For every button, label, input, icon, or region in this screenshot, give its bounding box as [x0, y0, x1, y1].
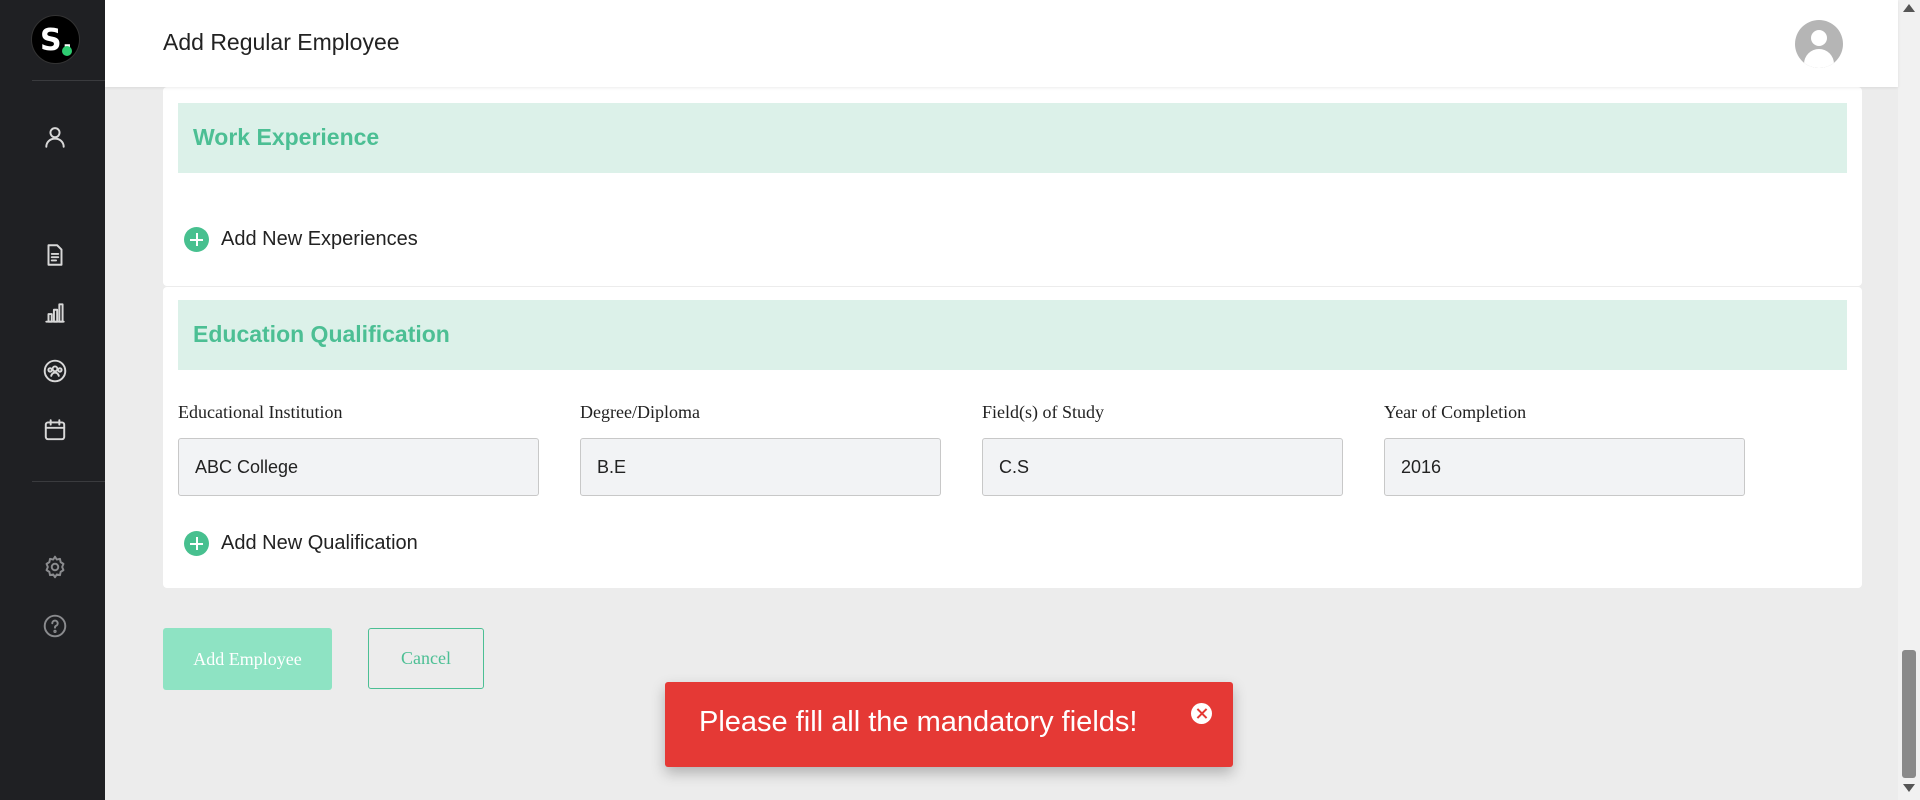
year-of-completion-field: Year of Completion: [1384, 402, 1745, 496]
document-icon: [47, 244, 63, 266]
add-experience-label: Add New Experiences: [221, 228, 418, 250]
field-of-study-input[interactable]: [982, 438, 1343, 496]
sidebar-item-reports[interactable]: [42, 300, 68, 326]
bar-chart-icon: [45, 303, 65, 323]
degree-label: Degree/Diploma: [580, 402, 700, 422]
sidebar: S.: [0, 0, 105, 800]
add-experience-button[interactable]: Add New Experiences: [184, 227, 418, 252]
degree-field: Degree/Diploma: [580, 402, 941, 496]
sidebar-item-team[interactable]: [42, 358, 68, 384]
close-icon[interactable]: [1191, 703, 1212, 724]
plus-circle-icon: [184, 531, 209, 556]
cancel-button[interactable]: Cancel: [368, 628, 484, 689]
page-title: Add Regular Employee: [163, 29, 400, 55]
sidebar-item-help[interactable]: [42, 613, 68, 639]
help-icon: [43, 614, 67, 638]
top-header: Add Regular Employee: [105, 0, 1898, 87]
add-qualification-label: Add New Qualification: [221, 532, 418, 554]
education-card: Education Qualification Educational Inst…: [163, 287, 1862, 588]
add-qualification-button[interactable]: Add New Qualification: [184, 531, 418, 556]
sidebar-divider: [32, 481, 105, 482]
sidebar-item-settings[interactable]: [42, 554, 68, 580]
user-icon: [45, 127, 65, 148]
logo-dot: [62, 46, 72, 56]
year-of-completion-label: Year of Completion: [1384, 402, 1527, 422]
settings-icon: [45, 555, 65, 579]
sidebar-item-profile[interactable]: [42, 124, 68, 150]
add-employee-button[interactable]: Add Employee: [163, 628, 332, 690]
institution-field: Educational Institution: [178, 402, 539, 496]
scroll-down-arrow-icon[interactable]: [1903, 784, 1915, 792]
field-of-study-label: Field(s) of Study: [982, 402, 1105, 422]
education-title: Education Qualification: [193, 321, 450, 347]
institution-input[interactable]: [178, 438, 539, 496]
field-of-study-field: Field(s) of Study: [982, 402, 1343, 496]
sidebar-divider: [32, 80, 105, 81]
work-experience-title: Work Experience: [193, 124, 380, 150]
work-experience-header: Work Experience: [178, 103, 1847, 173]
app-logo[interactable]: S.: [31, 15, 80, 64]
sidebar-item-documents[interactable]: [42, 242, 68, 268]
scroll-up-arrow-icon[interactable]: [1903, 4, 1915, 12]
error-toast: Please fill all the mandatory fields!: [665, 682, 1233, 767]
work-experience-card: Work Experience Add New Experiences: [163, 87, 1862, 286]
scrollbar-thumb[interactable]: [1902, 650, 1916, 778]
plus-circle-icon: [184, 227, 209, 252]
degree-input[interactable]: [580, 438, 941, 496]
avatar-head: [1811, 30, 1827, 46]
user-avatar-icon[interactable]: [1795, 20, 1843, 68]
toast-message: Please fill all the mandatory fields!: [699, 706, 1138, 738]
page-scrollbar[interactable]: [1898, 0, 1920, 800]
calendar-icon: [44, 419, 66, 441]
year-of-completion-input[interactable]: [1384, 438, 1745, 496]
education-header: Education Qualification: [178, 300, 1847, 370]
logo-letter: S.: [39, 23, 73, 58]
sidebar-item-calendar[interactable]: [42, 417, 68, 443]
institution-label: Educational Institution: [178, 402, 343, 422]
avatar-body: [1804, 49, 1834, 68]
team-icon: [43, 359, 67, 383]
